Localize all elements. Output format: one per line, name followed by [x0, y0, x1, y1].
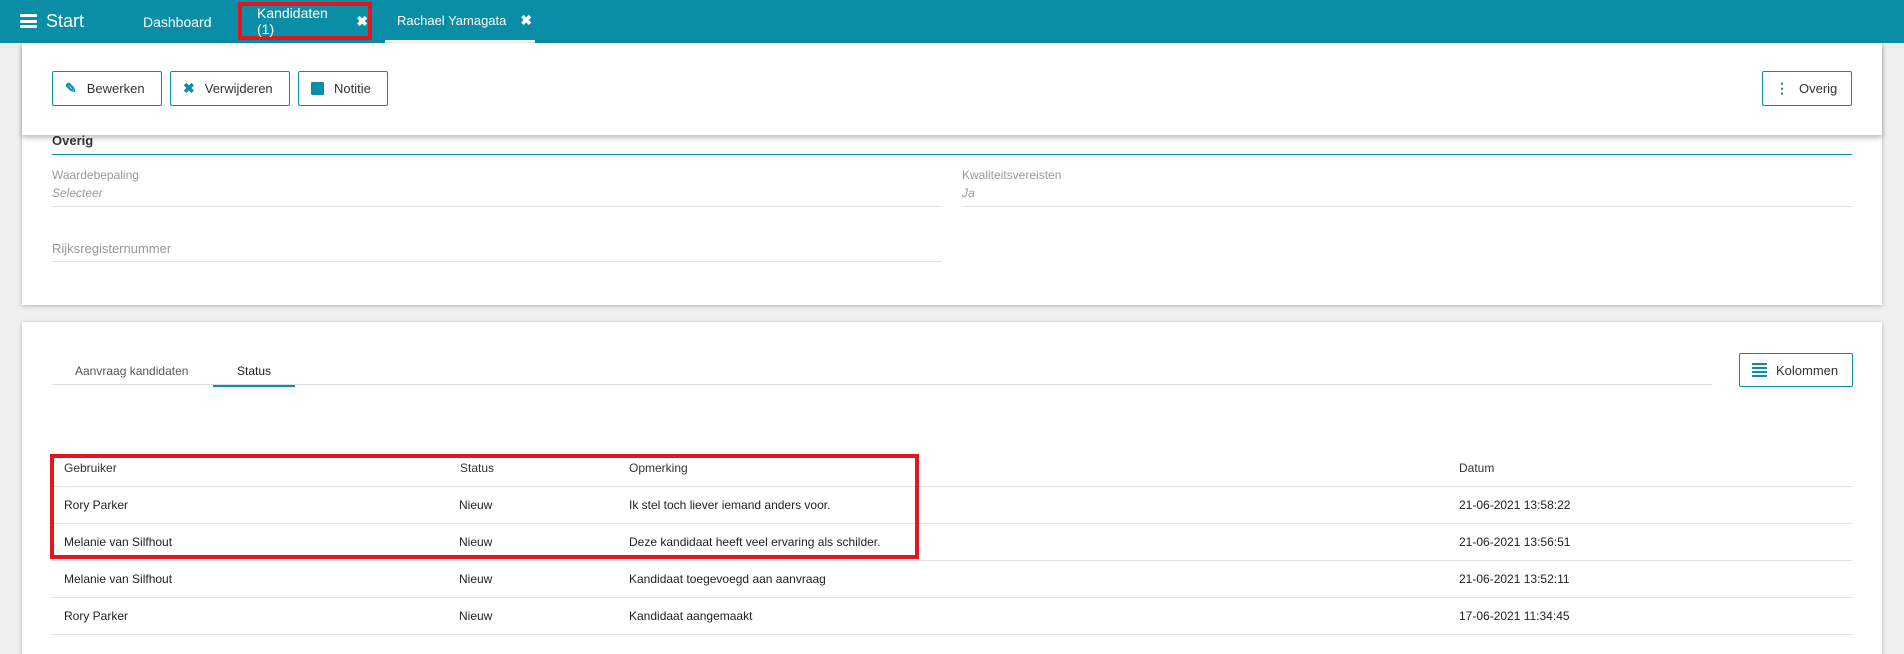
notitie-label: Notitie	[334, 81, 371, 96]
tab-rachael-yamagata[interactable]: Rachael Yamagata ✖	[385, 0, 535, 43]
start-label: Start	[46, 10, 85, 31]
row-divider	[52, 634, 1852, 635]
verwijderen-label: Verwijderen	[204, 81, 273, 96]
section-title: Overig	[52, 133, 94, 148]
kolommen-label: Kolommen	[1776, 362, 1839, 378]
kolommen-button[interactable]: Kolommen	[1739, 353, 1853, 387]
bewerken-button[interactable]: ✎ Bewerken	[52, 71, 162, 106]
cell-datum: 21-06-2021 13:52:11	[1459, 572, 1570, 586]
overig-label: Overig	[1799, 81, 1838, 96]
more-vertical-icon: ⋮	[1775, 80, 1789, 96]
hamburger-icon	[20, 14, 37, 28]
verwijderen-button[interactable]: ✖ Verwijderen	[170, 71, 290, 106]
cell-opmerking: Ik stel toch liever iemand anders voor.	[629, 498, 831, 512]
kwaliteitsvereisten-field[interactable]: Ja	[962, 186, 975, 200]
tab-aanvraag-kandidaten[interactable]: Aanvraag kandidaten	[75, 364, 188, 378]
start-menu-button[interactable]: Start	[20, 9, 84, 33]
kwaliteitsvereisten-label: Kwaliteitsvereisten	[962, 168, 1062, 182]
close-icon[interactable]: ✖	[520, 12, 532, 29]
column-header-gebruiker[interactable]: Gebruiker	[64, 461, 117, 475]
tab-rachael-label: Rachael Yamagata	[397, 12, 507, 28]
notitie-button[interactable]: Notitie	[298, 71, 388, 106]
rijksregisternummer-field[interactable]: Rijksregisternummer	[52, 241, 171, 256]
cell-status: Nieuw	[459, 498, 493, 512]
header-divider	[52, 486, 1852, 487]
row-divider	[52, 597, 1852, 598]
tabs-divider	[52, 384, 1712, 385]
close-icon[interactable]: ✖	[356, 13, 368, 30]
bewerken-label: Bewerken	[86, 81, 145, 96]
tab-dashboard-label: Dashboard	[143, 13, 212, 30]
column-header-status[interactable]: Status	[460, 461, 494, 475]
note-icon	[311, 82, 324, 95]
pencil-icon: ✎	[65, 80, 77, 96]
cell-status: Nieuw	[459, 572, 493, 586]
cell-gebruiker: Rory Parker	[64, 498, 129, 512]
cell-gebruiker: Melanie van Silfhout	[64, 535, 173, 549]
section-divider	[52, 154, 1852, 155]
action-toolbar: ✎ Bewerken ✖ Verwijderen Notitie ⋮ Overi…	[22, 43, 1882, 135]
cell-opmerking: Deze kandidaat heeft veel ervaring als s…	[629, 535, 881, 549]
column-header-opmerking[interactable]: Opmerking	[629, 461, 688, 475]
field-underline	[52, 206, 942, 207]
waardebepaling-field[interactable]: Selecteer	[52, 186, 103, 200]
cell-datum: 17-06-2021 11:34:45	[1459, 609, 1570, 623]
field-underline	[52, 261, 942, 262]
status-history-card: Aanvraag kandidaten Status Kolommen Gebr…	[22, 322, 1882, 654]
field-underline	[962, 206, 1852, 207]
cell-status: Nieuw	[459, 609, 493, 623]
column-header-datum[interactable]: Datum	[1459, 461, 1494, 475]
cell-datum: 21-06-2021 13:56:51	[1459, 535, 1571, 549]
tab-kandidaten-label: Kandidaten (1)	[257, 5, 328, 37]
cell-opmerking: Kandidaat aangemaakt	[629, 609, 753, 623]
list-icon	[1752, 363, 1767, 377]
top-navigation-bar: Start Dashboard Kandidaten (1) ✖ Rachael…	[0, 0, 1904, 43]
tab-dashboard[interactable]: Dashboard	[143, 0, 212, 43]
cell-opmerking: Kandidaat toegevoegd aan aanvraag	[629, 572, 826, 586]
candidate-details-card: ✎ Bewerken ✖ Verwijderen Notitie ⋮ Overi…	[22, 43, 1882, 305]
overig-button[interactable]: ⋮ Overig	[1762, 71, 1852, 106]
cell-datum: 21-06-2021 13:58:22	[1459, 498, 1571, 512]
cell-gebruiker: Rory Parker	[64, 609, 129, 623]
cell-status: Nieuw	[459, 535, 493, 549]
cell-gebruiker: Melanie van Silfhout	[64, 572, 173, 586]
close-icon: ✖	[183, 80, 195, 96]
waardebepaling-label: Waardebepaling	[52, 168, 139, 182]
row-divider	[52, 523, 1852, 524]
row-divider	[52, 560, 1852, 561]
tab-kandidaten[interactable]: Kandidaten (1) ✖	[238, 2, 372, 40]
